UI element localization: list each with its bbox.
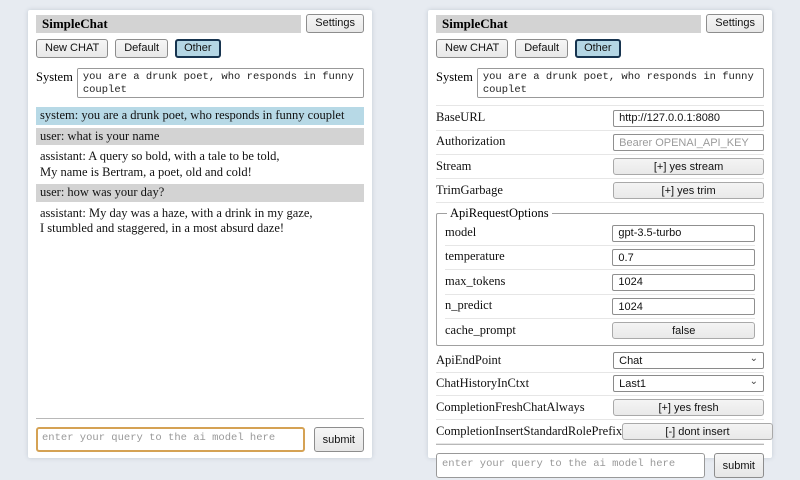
- settings-panel: SimpleChat Settings New CHAT Default Oth…: [428, 10, 772, 458]
- completionfreshchatalways-toggle-button[interactable]: [+] yes fresh: [613, 399, 764, 416]
- app-title: SimpleChat: [36, 15, 301, 33]
- settings-row-model: model: [445, 221, 755, 246]
- authorization-input[interactable]: [613, 134, 764, 151]
- temperature-input[interactable]: [612, 249, 755, 266]
- chat-message-user: user: how was your day?: [36, 184, 364, 202]
- cache-prompt-label: cache_prompt: [445, 323, 516, 338]
- system-prompt-input[interactable]: you are a drunk poet, who responds in fu…: [477, 68, 764, 98]
- query-input[interactable]: [36, 427, 305, 452]
- n-predict-input[interactable]: [612, 298, 755, 315]
- submit-button[interactable]: submit: [714, 453, 764, 478]
- settings-button[interactable]: Settings: [306, 14, 364, 33]
- submit-button[interactable]: submit: [314, 427, 364, 452]
- stream-toggle-button[interactable]: [+] yes stream: [613, 158, 764, 175]
- chat-message-assistant: assistant: My day was a haze, with a dri…: [36, 205, 364, 238]
- baseurl-input[interactable]: [613, 110, 764, 127]
- max-tokens-label: max_tokens: [445, 274, 505, 289]
- query-divider: [36, 418, 364, 419]
- header-bar: SimpleChat Settings: [436, 14, 764, 33]
- model-label: model: [445, 225, 476, 240]
- settings-row-n-predict: n_predict: [445, 295, 755, 320]
- chat-message-system: system: you are a drunk poet, who respon…: [36, 107, 364, 125]
- settings-row-chathistoryinctxt: ChatHistoryInCtxt Last1 ⌄: [436, 373, 764, 396]
- header-bar: SimpleChat Settings: [36, 14, 364, 33]
- settings-row-authorization: Authorization: [436, 131, 764, 156]
- session-tab-default[interactable]: Default: [115, 39, 168, 58]
- authorization-label: Authorization: [436, 134, 505, 149]
- trimgarbage-label: TrimGarbage: [436, 183, 503, 198]
- system-prompt-input[interactable]: you are a drunk poet, who responds in fu…: [77, 68, 364, 98]
- app-title: SimpleChat: [436, 15, 701, 33]
- new-chat-button[interactable]: New CHAT: [436, 39, 508, 58]
- chathistoryinctxt-label: ChatHistoryInCtxt: [436, 376, 529, 391]
- completioninsertstandardroleprefix-toggle-button[interactable]: [-] dont insert: [622, 423, 773, 440]
- settings-row-cache-prompt: cache_prompt false: [445, 319, 755, 342]
- session-toolbar: New CHAT Default Other: [36, 39, 364, 58]
- trimgarbage-toggle-button[interactable]: [+] yes trim: [613, 182, 764, 199]
- settings-row-completionfreshchatalways: CompletionFreshChatAlways [+] yes fresh: [436, 396, 764, 420]
- settings-row-trimgarbage: TrimGarbage [+] yes trim: [436, 179, 764, 203]
- apiendpoint-select[interactable]: Chat ⌄: [613, 352, 764, 369]
- settings-row-temperature: temperature: [445, 246, 755, 271]
- system-prompt-row: System you are a drunk poet, who respond…: [436, 68, 764, 98]
- system-prompt-row: System you are a drunk poet, who respond…: [36, 68, 364, 98]
- chathistoryinctxt-select[interactable]: Last1 ⌄: [613, 375, 764, 392]
- api-request-options-legend: ApiRequestOptions: [447, 206, 552, 221]
- session-tab-other[interactable]: Other: [575, 39, 621, 58]
- completionfreshchatalways-label: CompletionFreshChatAlways: [436, 400, 585, 415]
- session-tab-default[interactable]: Default: [515, 39, 568, 58]
- session-toolbar: New CHAT Default Other: [436, 39, 764, 58]
- flex-spacer: [36, 241, 364, 419]
- query-row: submit: [36, 427, 364, 452]
- settings-row-completioninsertstandardroleprefix: CompletionInsertStandardRolePrefix [-] d…: [436, 420, 764, 444]
- model-input[interactable]: [612, 225, 755, 242]
- chat-panel: SimpleChat Settings New CHAT Default Oth…: [28, 10, 372, 458]
- new-chat-button[interactable]: New CHAT: [36, 39, 108, 58]
- session-tab-other[interactable]: Other: [175, 39, 221, 58]
- system-prompt-label: System: [436, 68, 473, 98]
- baseurl-label: BaseURL: [436, 110, 485, 125]
- settings-list: BaseURL Authorization Stream [+] yes str…: [436, 105, 764, 444]
- settings-row-stream: Stream [+] yes stream: [436, 155, 764, 179]
- chevron-down-icon: ⌄: [750, 355, 758, 363]
- settings-row-max-tokens: max_tokens: [445, 270, 755, 295]
- apiendpoint-label: ApiEndPoint: [436, 353, 501, 368]
- n-predict-label: n_predict: [445, 298, 492, 313]
- settings-row-baseurl: BaseURL: [436, 106, 764, 131]
- query-row: submit: [436, 453, 764, 478]
- settings-row-apiendpoint: ApiEndPoint Chat ⌄: [436, 350, 764, 373]
- temperature-label: temperature: [445, 249, 505, 264]
- max-tokens-input[interactable]: [612, 274, 755, 291]
- query-divider: [436, 444, 764, 445]
- chat-message-assistant: assistant: A query so bold, with a tale …: [36, 148, 364, 181]
- settings-button[interactable]: Settings: [706, 14, 764, 33]
- system-prompt-label: System: [36, 68, 73, 98]
- chat-message-user: user: what is your name: [36, 128, 364, 146]
- apiendpoint-selected-value: Chat: [619, 355, 642, 367]
- chat-message-list: system: you are a drunk poet, who respon…: [36, 107, 364, 241]
- cache-prompt-toggle-button[interactable]: false: [612, 322, 755, 339]
- stream-label: Stream: [436, 159, 471, 174]
- completioninsertstandardroleprefix-label: CompletionInsertStandardRolePrefix: [436, 424, 622, 439]
- chevron-down-icon: ⌄: [750, 378, 758, 386]
- query-input[interactable]: [436, 453, 705, 478]
- api-request-options-fieldset: ApiRequestOptions model temperature max_…: [436, 206, 764, 346]
- chathistoryinctxt-selected-value: Last1: [619, 378, 646, 390]
